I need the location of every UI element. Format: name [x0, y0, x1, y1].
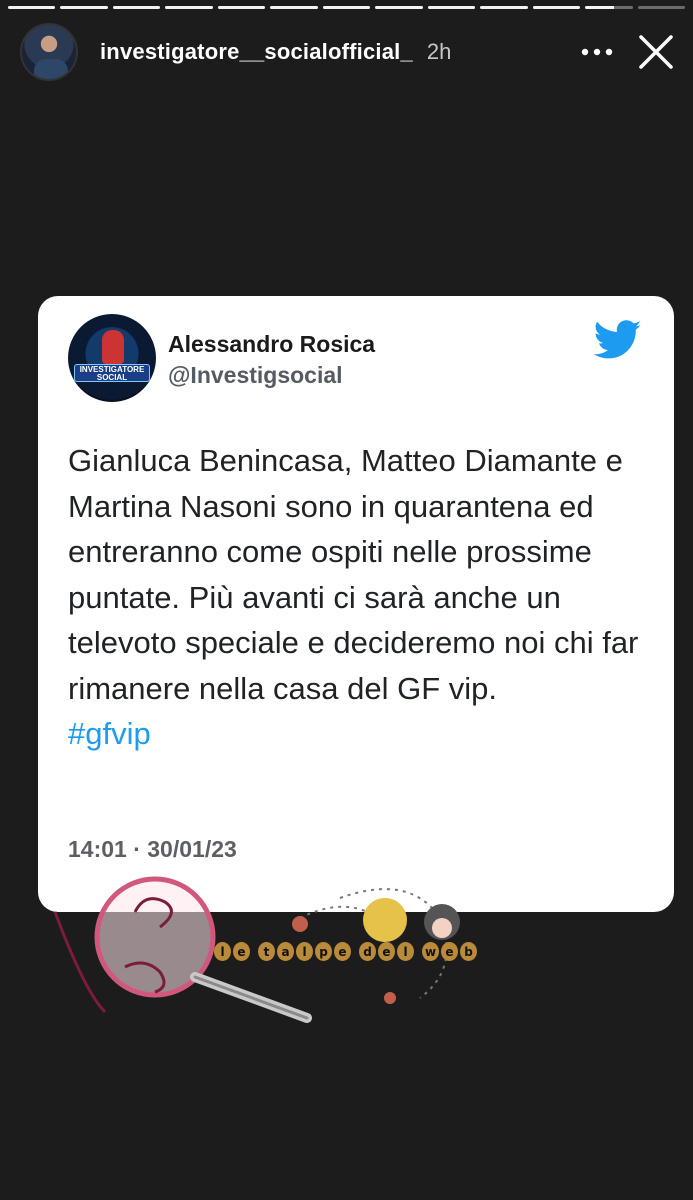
watermark-letter: d — [359, 942, 376, 961]
watermark-letter — [353, 942, 357, 961]
story-progress-segment — [637, 6, 686, 9]
watermark-letter: p — [315, 942, 332, 961]
story-progress-segment — [480, 6, 528, 9]
more-horizontal-icon[interactable] — [577, 32, 617, 72]
username[interactable]: investigatore__socialofficial_ — [100, 39, 413, 65]
story-progress-segment — [585, 6, 633, 9]
watermark-letter: l — [214, 942, 231, 961]
watermark-letter: e — [233, 942, 250, 961]
watermark-letter — [416, 942, 420, 961]
tweet-author-avatar: INVESTIGATORE SOCIAL — [68, 314, 156, 402]
story-progress-segment — [532, 6, 581, 9]
watermark-letter: e — [378, 942, 395, 961]
avatar[interactable] — [20, 23, 78, 81]
tweet-author-handle: @Investigsocial — [168, 362, 343, 388]
watermark-letter: w — [422, 942, 439, 961]
watermark-letter: e — [441, 942, 458, 961]
watermark-letter: l — [397, 942, 414, 961]
hashtag-link[interactable]: #gfvip — [68, 716, 151, 751]
tweet-text: Gianluca Benincasa, Matteo Diamante e Ma… — [68, 438, 648, 757]
watermark-letter: l — [296, 942, 313, 961]
story-progress-segment — [8, 6, 56, 9]
watermark-letter: a — [277, 942, 294, 961]
le-talpe-del-web-text: letalpedelweb — [214, 942, 477, 964]
watermark-letter: t — [258, 942, 275, 961]
story-progress-segment — [375, 6, 423, 9]
story-progress-segment — [60, 6, 108, 9]
watermark-letter: e — [334, 942, 351, 961]
tweet-author-name: Alessandro Rosica — [168, 331, 376, 357]
story-progress-segment — [270, 6, 318, 9]
post-time: 2h — [426, 39, 452, 64]
watermark-letter — [252, 942, 256, 961]
watermark-letter: b — [460, 942, 477, 961]
twitter-bird-icon — [593, 320, 642, 360]
tweet-timestamp: 14:01 · 30/01/23 — [68, 836, 237, 862]
story-header: investigatore__socialofficial_ 2h — [20, 22, 677, 82]
story-progress-segment — [322, 6, 371, 9]
story-progress-segment — [112, 6, 161, 9]
story-progress-segment — [427, 6, 476, 9]
tweet-card: INVESTIGATORE SOCIAL Alessandro Rosica @… — [38, 296, 674, 912]
avatar-logo-text: INVESTIGATORE SOCIAL — [74, 364, 150, 382]
story-progress-segment — [217, 6, 266, 9]
close-icon[interactable] — [635, 31, 677, 73]
story-progress-bar — [8, 6, 686, 9]
story-progress-segment — [165, 6, 213, 9]
tweet-body: Gianluca Benincasa, Matteo Diamante e Ma… — [68, 443, 639, 706]
